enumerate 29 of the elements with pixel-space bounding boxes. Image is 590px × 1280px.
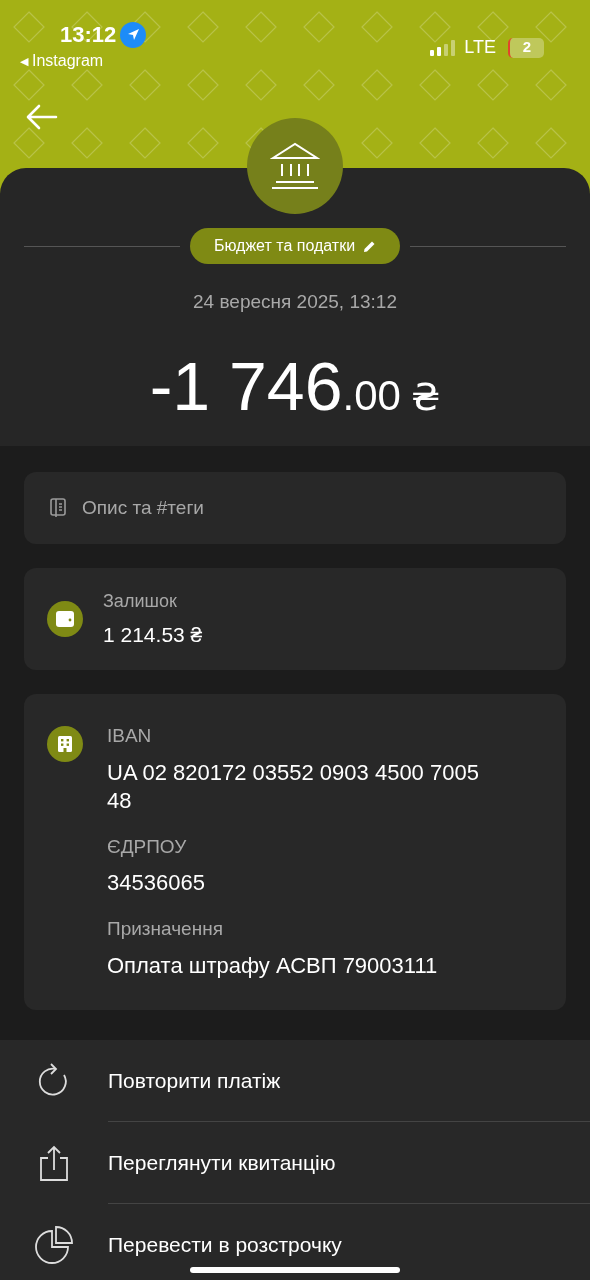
detail-value: 34536065: [107, 869, 206, 897]
location-icon: [120, 21, 147, 48]
wallet-icon: [47, 601, 83, 637]
balance-label: Залишок: [103, 589, 178, 613]
detail-value: Оплата штрафу АСВП 79003111: [107, 951, 439, 980]
battery-indicator: 2: [508, 37, 544, 58]
pencil-icon: [363, 239, 377, 253]
share-icon: [39, 1145, 69, 1181]
bank-icon: [270, 142, 320, 190]
action-item[interactable]: Повторити платіж: [108, 1064, 281, 1097]
amount-text: -1 746.00 ₴: [149, 346, 441, 426]
back-icon[interactable]: [26, 104, 58, 130]
action-item[interactable]: Перевести в розстрочку: [108, 1229, 342, 1261]
signal-icon: [430, 39, 457, 56]
transaction-date: 24 вересня 2025, 13:12: [193, 290, 397, 314]
description-placeholder: Опис та #теги: [82, 495, 204, 520]
category-chip[interactable]: Бюджет та податки: [189, 228, 401, 264]
action-item[interactable]: Переглянути квитанцію: [108, 1146, 336, 1179]
detail-label: ЄДРПОУ: [107, 834, 188, 859]
balance-value: 1 214.53 ₴: [103, 621, 203, 648]
detail-value: UA 02 820172 03552 0903 4500 7005 48: [107, 758, 479, 815]
detail-label: Призначення: [107, 917, 224, 941]
notebook-icon: [50, 498, 66, 518]
detail-label: IBAN: [107, 724, 153, 748]
status-time: 13:12: [60, 21, 117, 49]
description-field[interactable]: Опис та #теги: [24, 472, 566, 544]
building-icon: [47, 726, 83, 762]
pie-chart-icon: [35, 1226, 73, 1264]
network-label: LTE: [464, 36, 496, 59]
